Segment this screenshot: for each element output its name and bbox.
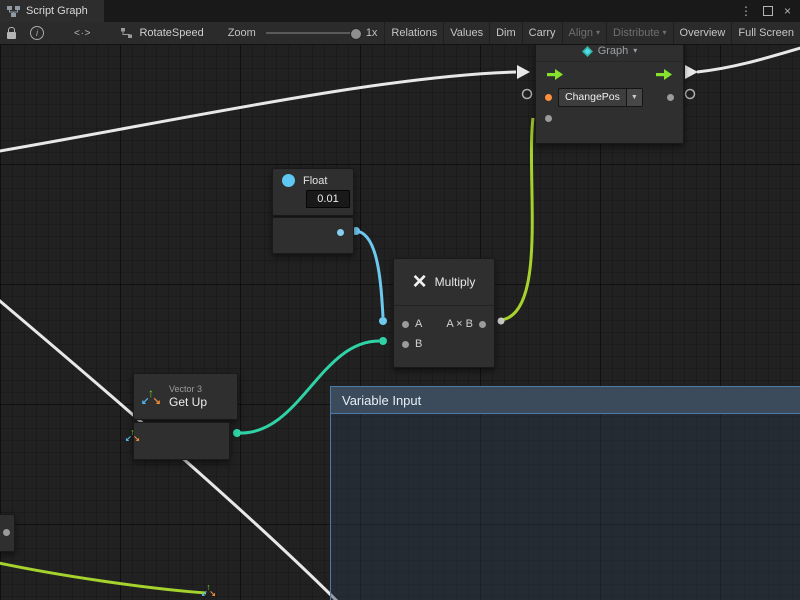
vector3-wire-end-port-icon[interactable]: ↑ ↙ ↘ (202, 584, 215, 597)
unit-node-header[interactable]: Graph ▾ (536, 44, 683, 62)
graph-asset-name: RotateSpeed (139, 27, 203, 39)
exec-wire-out[interactable] (697, 47, 800, 72)
multiply-a-port[interactable] (379, 317, 387, 325)
distribute-button[interactable]: Distribute▾ (606, 22, 672, 44)
vector3-icon: ↑ ↙ ↘ (142, 388, 160, 406)
float-value-input[interactable]: 0.01 (306, 190, 350, 208)
multiply-icon: × (413, 270, 427, 294)
multiply-node[interactable]: × Multiply A A × B B (393, 258, 495, 368)
vector3-port-icon[interactable]: ↑ ↙ ↘ (126, 429, 139, 442)
float-to-multiply-wire[interactable] (356, 231, 383, 317)
multiply-result-port[interactable] (498, 318, 505, 325)
graph-asset-breadcrumb[interactable]: RotateSpeed (121, 27, 203, 39)
group-variable-input[interactable]: Variable Input (330, 386, 800, 600)
align-button[interactable]: Align▾ (562, 22, 606, 44)
set-variable-node[interactable]: Graph ▾ ChangePos ▼ (535, 44, 684, 144)
code-preview-icon[interactable]: <∙> (74, 28, 91, 39)
multiply-b-port[interactable] (379, 337, 387, 345)
overview-button[interactable]: Overview (673, 22, 732, 44)
exec-arrow-out-icon (685, 65, 698, 79)
multiply-to-unit-wire[interactable] (501, 118, 533, 320)
unit-value-input-port[interactable] (523, 90, 532, 99)
tab-bar: Script Graph ⋮ × (0, 0, 800, 23)
vector-output-port[interactable] (233, 429, 241, 437)
bottom-left-wire[interactable] (0, 562, 206, 593)
graph-asset-icon (121, 28, 133, 38)
kebab-menu-icon[interactable]: ⋮ (740, 4, 752, 18)
exec-arrow-in-icon (517, 65, 530, 79)
tab-title: Script Graph (26, 5, 88, 17)
zoom-value: 1x (366, 27, 378, 39)
script-graph-icon (7, 6, 20, 17)
maximize-icon[interactable] (763, 6, 773, 16)
port-b-dot[interactable] (402, 341, 409, 348)
chevron-down-icon: ▾ (596, 29, 600, 37)
chevron-down-icon: ▾ (633, 47, 637, 55)
chevron-down-icon: ▾ (663, 29, 667, 37)
exec-input-arrow-icon[interactable] (547, 68, 563, 81)
port-result-dot[interactable] (479, 321, 486, 328)
variable-dropdown[interactable]: ChangePos ▼ (558, 88, 643, 107)
script-graph-window: { "tab_bar": { "tab_title": "Script Grap… (0, 0, 800, 600)
graph-diamond-icon (582, 46, 593, 57)
edge-node-port[interactable] (3, 529, 10, 536)
close-icon[interactable]: × (784, 4, 791, 18)
group-header[interactable]: Variable Input (331, 387, 800, 414)
edge-node-partial[interactable] (0, 514, 15, 552)
value-input-port[interactable] (545, 115, 552, 122)
float-node-title: Float (303, 175, 327, 187)
dropdown-arrow-icon: ▼ (626, 89, 642, 106)
graph-toolbar: i <∙> RotateSpeed Zoom 1x Relations Valu… (0, 22, 800, 45)
exec-wire-in[interactable] (0, 72, 516, 152)
vector3-node-body[interactable]: ↑ ↙ ↘ (133, 422, 230, 460)
graph-canvas[interactable]: Variable Input Graph ▾ ChangePos ▼ (0, 44, 800, 600)
relations-button[interactable]: Relations (384, 22, 443, 44)
exec-output-arrow-icon[interactable] (656, 68, 672, 81)
dim-button[interactable]: Dim (489, 22, 522, 44)
vector3-type-label: Vector 3 (169, 384, 207, 395)
float-inner-output-port[interactable] (337, 229, 344, 236)
vector3-get-up-node[interactable]: ↑ ↙ ↘ Vector 3 Get Up (133, 373, 238, 420)
tab-script-graph[interactable]: Script Graph (0, 0, 104, 22)
variable-input-port[interactable] (545, 94, 552, 101)
zoom-slider[interactable] (266, 32, 358, 34)
values-button[interactable]: Values (443, 22, 489, 44)
lock-icon[interactable] (7, 32, 16, 39)
float-node-body[interactable] (272, 217, 354, 254)
info-icon[interactable]: i (30, 26, 44, 40)
float-type-icon (282, 174, 295, 187)
zoom-slider-knob[interactable] (350, 28, 362, 40)
zoom-label: Zoom (228, 27, 256, 39)
value-output-port[interactable] (667, 94, 674, 101)
full-screen-button[interactable]: Full Screen (731, 22, 800, 44)
vector3-node-title: Get Up (169, 395, 207, 409)
unit-value-output-port[interactable] (686, 90, 695, 99)
float-node-header[interactable]: Float 0.01 (272, 168, 354, 216)
carry-button[interactable]: Carry (522, 22, 562, 44)
port-a-dot[interactable] (402, 321, 409, 328)
